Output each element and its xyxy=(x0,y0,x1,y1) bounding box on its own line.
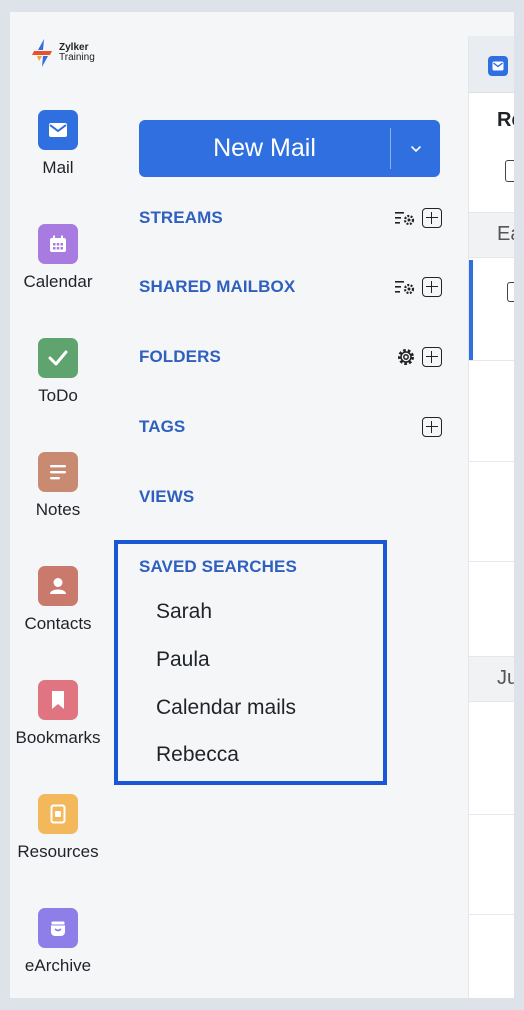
mail-tab[interactable] xyxy=(469,36,514,93)
zylker-logo[interactable]: Zylker Training xyxy=(32,39,112,67)
app-label: Calendar xyxy=(23,272,93,291)
app-calendar[interactable]: Calendar xyxy=(10,224,106,292)
section-label: STREAMS xyxy=(139,208,223,227)
section-label: FOLDERS xyxy=(139,347,221,366)
section-actions xyxy=(396,347,442,367)
row-divider xyxy=(469,914,514,915)
section-tags[interactable]: TAGS xyxy=(139,417,442,437)
app-label: eArchive xyxy=(24,956,92,975)
row-divider xyxy=(469,561,514,562)
app-label: Notes xyxy=(35,500,81,519)
selected-row-indicator xyxy=(469,260,473,360)
date-group-header: Ju xyxy=(469,656,514,702)
gear-icon[interactable] xyxy=(396,347,416,367)
section-label: SAVED SEARCHES xyxy=(139,557,297,576)
add-tag-icon[interactable] xyxy=(422,417,442,437)
archive-icon xyxy=(38,908,78,948)
section-label: TAGS xyxy=(139,417,186,436)
contact-icon xyxy=(38,566,78,606)
mail-icon xyxy=(38,110,78,150)
app-contacts[interactable]: Contacts xyxy=(10,566,106,634)
filter-settings-icon[interactable] xyxy=(394,209,416,227)
app-resources[interactable]: Resources xyxy=(10,794,106,862)
chevron-down-icon xyxy=(410,145,421,152)
new-mail-dropdown[interactable] xyxy=(391,120,440,177)
app-earchive[interactable]: eArchive xyxy=(10,908,106,976)
section-shared-mailbox[interactable]: SHARED MAILBOX xyxy=(139,277,442,297)
section-actions xyxy=(422,417,442,437)
filter-settings-icon[interactable] xyxy=(394,278,416,296)
saved-search-item[interactable]: Calendar mails xyxy=(156,696,296,720)
app-label: ToDo xyxy=(38,386,78,405)
section-actions xyxy=(394,208,442,228)
app-label: Mail xyxy=(42,158,74,177)
section-label: VIEWS xyxy=(139,487,195,506)
row-divider xyxy=(469,461,514,462)
app-window: Zylker Training Mail Calendar ToDo Notes… xyxy=(10,12,514,998)
resource-icon xyxy=(38,794,78,834)
app-mail[interactable]: Mail xyxy=(10,110,106,178)
mail-row-checkbox[interactable] xyxy=(507,282,514,302)
app-notes[interactable]: Notes xyxy=(10,452,106,520)
logo-text: Zylker Training xyxy=(59,43,95,63)
add-shared-mailbox-icon[interactable] xyxy=(422,277,442,297)
check-icon xyxy=(38,338,78,378)
add-folder-icon[interactable] xyxy=(422,347,442,367)
calendar-icon xyxy=(38,224,78,264)
group-label: Ju xyxy=(497,667,514,689)
saved-search-item[interactable]: Paula xyxy=(156,648,210,672)
bookmark-icon xyxy=(38,680,78,720)
section-label: SHARED MAILBOX xyxy=(139,277,296,296)
app-label: Resources xyxy=(17,842,99,861)
mail-list-title: Re xyxy=(497,109,514,131)
row-divider xyxy=(469,360,514,361)
app-label: Bookmarks xyxy=(15,728,101,747)
add-stream-icon[interactable] xyxy=(422,208,442,228)
logo-line2: Training xyxy=(59,52,95,63)
notes-icon xyxy=(38,452,78,492)
mail-icon xyxy=(488,56,508,76)
section-views[interactable]: VIEWS xyxy=(139,487,194,507)
new-mail-button[interactable]: New Mail xyxy=(139,120,440,177)
section-actions xyxy=(394,277,442,297)
saved-search-item[interactable]: Rebecca xyxy=(156,743,239,767)
zylker-logo-mark xyxy=(32,39,52,67)
mail-list-pane: Re Ea Ju xyxy=(468,36,514,998)
app-label: Contacts xyxy=(24,614,92,633)
section-folders[interactable]: FOLDERS xyxy=(139,347,442,367)
section-saved-searches[interactable]: SAVED SEARCHES xyxy=(139,557,297,577)
group-label: Ea xyxy=(497,223,514,245)
app-todo[interactable]: ToDo xyxy=(10,338,106,406)
section-streams[interactable]: STREAMS xyxy=(139,208,442,228)
saved-search-item[interactable]: Sarah xyxy=(156,600,212,624)
select-all-checkbox[interactable] xyxy=(505,160,514,182)
app-bookmarks[interactable]: Bookmarks xyxy=(10,680,106,748)
date-group-header: Ea xyxy=(469,212,514,258)
new-mail-label: New Mail xyxy=(213,134,316,162)
row-divider xyxy=(469,814,514,815)
